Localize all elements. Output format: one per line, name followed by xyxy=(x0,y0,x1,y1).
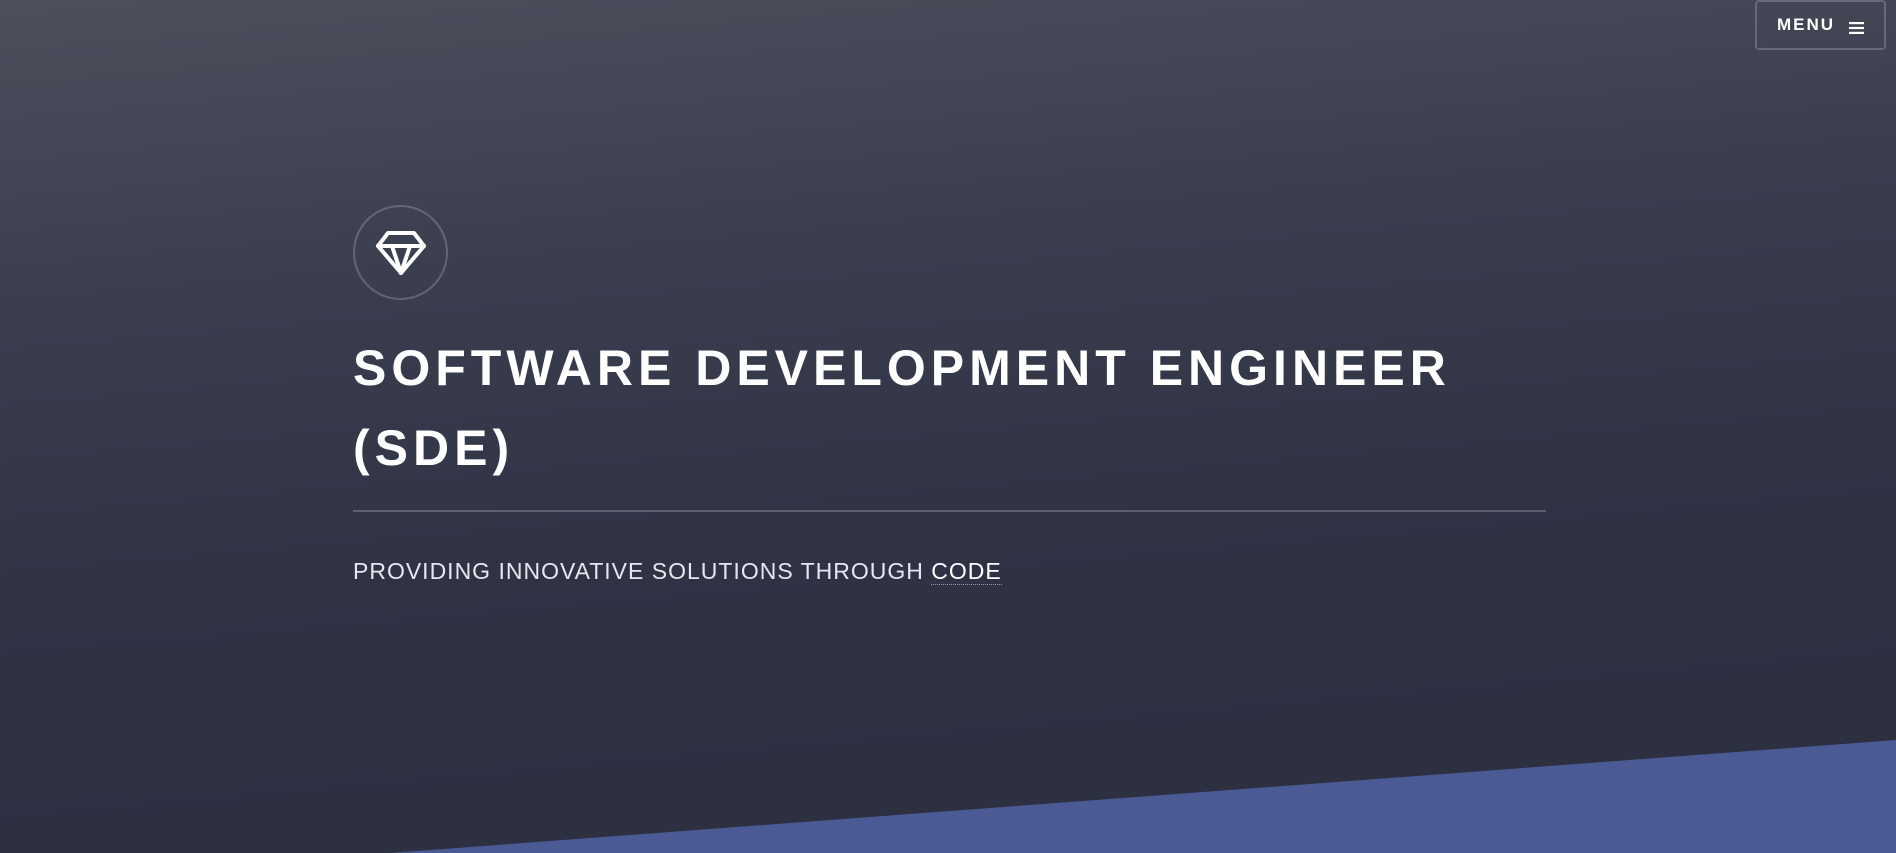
menu-button[interactable]: MENU xyxy=(1755,0,1886,50)
tagline: PROVIDING INNOVATIVE SOLUTIONS THROUGH C… xyxy=(353,558,1546,585)
page-title: SOFTWARE DEVELOPMENT ENGINEER (SDE) xyxy=(353,340,1451,476)
logo-badge xyxy=(353,205,448,300)
divider xyxy=(353,510,1546,512)
diamond-icon xyxy=(375,230,426,275)
code-link[interactable]: CODE xyxy=(931,558,1002,585)
tagline-text: PROVIDING INNOVATIVE SOLUTIONS THROUGH xyxy=(353,558,932,584)
hamburger-icon xyxy=(1849,19,1865,34)
hero-section: SOFTWARE DEVELOPMENT ENGINEER (SDE) PROV… xyxy=(353,205,1546,608)
menu-label: MENU xyxy=(1776,15,1836,34)
